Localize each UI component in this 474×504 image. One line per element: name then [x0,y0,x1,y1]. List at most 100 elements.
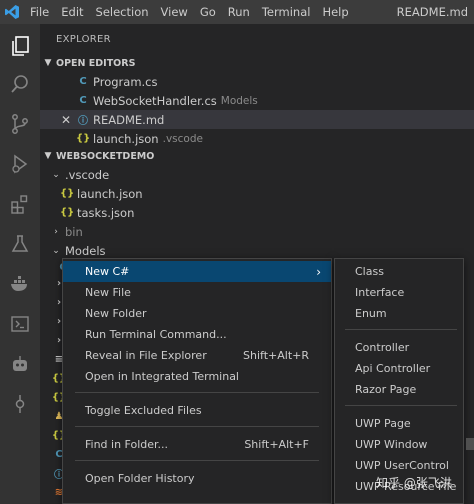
open-editor-name: launch.json [93,131,159,146]
docker-icon[interactable] [6,270,34,298]
menu-terminal[interactable]: Terminal [256,0,317,24]
json-file-icon: {} [76,133,91,144]
file-item[interactable]: {} launch.json [40,184,474,203]
menu-item-open-in-terminal[interactable]: Open in Integrated Terminal [63,366,331,387]
submenu-item-label: Enum [355,307,387,320]
file-name: launch.json [77,186,143,201]
menu-item-reveal-in-explorer[interactable]: Reveal in File Explorer Shift+Alt+R [63,345,331,366]
folder-item[interactable]: › bin [40,222,474,241]
close-icon[interactable]: ✕ [60,113,72,127]
folder-name: Models [65,243,106,258]
submenu-item-razor-page[interactable]: Razor Page [335,379,463,400]
scrollbar-thumb[interactable] [466,438,474,450]
submenu-item-label: Controller [355,341,410,354]
menu-item-label: Find in Folder... [85,438,169,451]
submenu-item-class[interactable]: Class [335,261,463,282]
submenu-item-label: Interface [355,286,405,299]
csharp-file-icon: C [79,76,87,87]
folder-name: bin [65,224,83,239]
submenu-item-uwp-usercontrol[interactable]: UWP UserControl [335,455,463,476]
workspace-label: WEBSOCKETDEMO [56,150,155,162]
open-editors-label: OPEN EDITORS [56,57,136,69]
menu-separator [345,329,457,330]
menu-item-run-terminal-command[interactable]: Run Terminal Command... [63,324,331,345]
submenu-item-label: Api Controller [355,362,431,375]
menu-item-open-folder-history[interactable]: Open Folder History [63,468,331,489]
menu-selection[interactable]: Selection [90,0,155,24]
menu-help[interactable]: Help [316,0,354,24]
menu-item-new-csharp[interactable]: New C# › [63,261,331,282]
menu-file[interactable]: File [24,0,55,24]
submenu-item-interface[interactable]: Interface [335,282,463,303]
submenu-item-label: Razor Page [355,383,417,396]
menu-item-label: Reveal in File Explorer [85,349,207,362]
run-debug-icon[interactable] [6,150,34,178]
file-name: tasks.json [77,205,135,220]
open-editor-name: README.md [93,112,165,127]
submenu-item-uwp-page[interactable]: UWP Page [335,413,463,434]
new-csharp-submenu: Class Interface Enum Controller Api Cont… [334,258,464,504]
title-bar: File Edit Selection View Go Run Terminal… [0,0,474,24]
submenu-item-label: UWP Window [355,438,428,451]
submenu-item-label: Class [355,265,384,278]
files-icon[interactable] [6,32,34,60]
menu-run[interactable]: Run [222,0,256,24]
menu-item-label: Open Folder History [85,472,195,485]
submenu-item-controller[interactable]: Controller [335,337,463,358]
menu-item-shortcut: Shift+Alt+R [243,349,309,362]
menu-edit[interactable]: Edit [55,0,89,24]
menu-item-label: New C# [85,265,130,278]
file-item[interactable]: {} tasks.json [40,203,474,222]
activity-bar [0,24,40,504]
submenu-item-api-controller[interactable]: Api Controller [335,358,463,379]
menu-item-label: New File [85,286,131,299]
menu-item-shortcut: Shift+Alt+F [244,438,309,451]
chevron-down-icon: ▼ [44,58,52,68]
robot-icon[interactable] [6,350,34,378]
menu-item-label: Run Terminal Command... [85,328,227,341]
vscode-logo-icon [0,0,24,24]
window-title: README.md [396,5,468,19]
menu-item-new-folder[interactable]: New Folder [63,303,331,324]
testing-icon[interactable] [6,230,34,258]
menu-go[interactable]: Go [194,0,222,24]
menu-item-label: Toggle Excluded Files [85,404,202,417]
menu-item-toggle-excluded[interactable]: Toggle Excluded Files [63,400,331,421]
menu-item-label: Open in Integrated Terminal [85,370,239,383]
open-editor-name: WebSocketHandler.cs [93,93,217,108]
menu-item-find-in-folder[interactable]: Find in Folder... Shift+Alt+F [63,434,331,455]
open-editor-item-active[interactable]: ✕ ⓘ README.md [40,110,474,129]
json-file-icon: {} [60,188,75,199]
json-file-icon: {} [60,207,75,218]
workspace-header[interactable]: ▼ WEBSOCKETDEMO [40,147,474,165]
folder-item[interactable]: ⌄ .vscode [40,165,474,184]
submenu-item-label: UWP Page [355,417,411,430]
search-icon[interactable] [6,70,34,98]
menu-view[interactable]: View [155,0,194,24]
csharp-file-icon: C [79,95,87,106]
open-editor-desc: .vscode [162,132,203,145]
chevron-down-icon: ▼ [44,151,52,161]
open-editor-item[interactable]: {} launch.json .vscode [40,129,474,148]
open-editors-header[interactable]: ▼ OPEN EDITORS [40,54,474,72]
terminal-icon[interactable] [6,310,34,338]
context-menu: New C# › New File New Folder Run Termina… [62,258,332,504]
open-editor-item[interactable]: C Program.cs [40,72,474,91]
source-control-icon[interactable] [6,110,34,138]
menu-item-new-file[interactable]: New File [63,282,331,303]
folder-name: .vscode [65,167,110,182]
open-editor-name: Program.cs [93,74,158,89]
chevron-down-icon: ⌄ [52,169,60,180]
chevron-down-icon: ⌄ [52,245,60,256]
open-editor-item[interactable]: C WebSocketHandler.cs Models [40,91,474,110]
menu-separator [75,392,319,393]
info-file-icon: ⓘ [78,116,88,127]
git-commit-icon[interactable] [6,390,34,418]
submenu-item-enum[interactable]: Enum [335,303,463,324]
submenu-item-uwp-window[interactable]: UWP Window [335,434,463,455]
open-editor-desc: Models [220,94,258,107]
menu-separator [345,405,457,406]
extensions-icon[interactable] [6,190,34,218]
submenu-item-label: UWP UserControl [355,459,449,472]
watermark: 知乎 @张飞洪 [376,476,452,490]
